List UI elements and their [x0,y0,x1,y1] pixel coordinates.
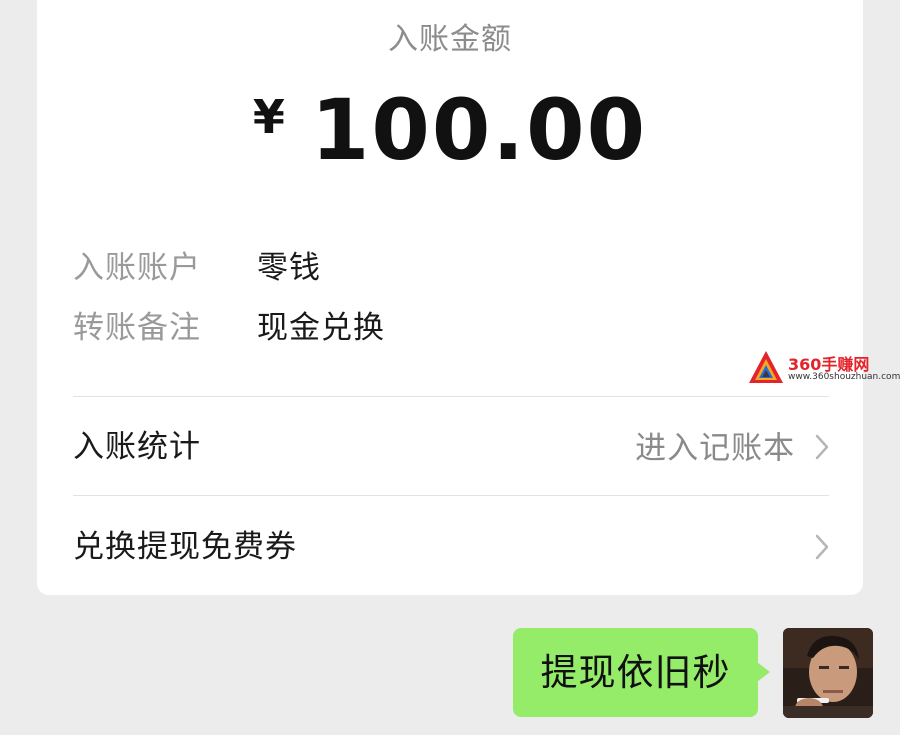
detail-row-account: 入账账户 零钱 [73,246,321,290]
chat-message-text: 提现依旧秒 [540,651,731,694]
site-watermark: 360手赚网 www.360shouzhuan.com [748,348,900,388]
remark-value: 现金兑换 [257,310,385,346]
income-stats-row[interactable]: 入账统计 进入记账本 [73,417,829,477]
chat-message-bubble[interactable]: 提现依旧秒 [513,628,770,717]
divider [73,396,829,397]
income-stats-title: 入账统计 [73,429,201,465]
remark-label: 转账备注 [73,310,201,346]
watermark-url: www.360shouzhuan.com [788,372,900,382]
coupon-row[interactable]: 兑换提现免费券 [73,517,829,577]
avatar-photo [783,628,873,718]
chevron-right-icon [815,534,829,559]
coupon-title: 兑换提现免费券 [73,529,297,565]
transfer-detail-card: 入账金额 ¥100.00 入账账户 零钱 转账备注 现金兑换 入账统计 进入记账本 … [37,0,863,595]
detail-row-remark: 转账备注 现金兑换 [73,306,385,350]
currency-symbol: ¥ [252,90,285,144]
amount-value: 100.00 [310,81,648,179]
ledger-link-label: 进入记账本 [635,430,796,467]
coupon-link[interactable] [805,517,829,577]
amount-label: 入账金额 [388,22,512,57]
account-value: 零钱 [257,250,321,286]
chevron-right-icon [815,434,829,459]
amount-display: ¥100.00 [37,78,863,182]
ledger-link[interactable]: 进入记账本 [635,417,829,477]
user-avatar[interactable] [783,628,873,718]
watermark-logo-icon [749,351,783,383]
account-label: 入账账户 [73,250,201,286]
divider [73,495,829,496]
